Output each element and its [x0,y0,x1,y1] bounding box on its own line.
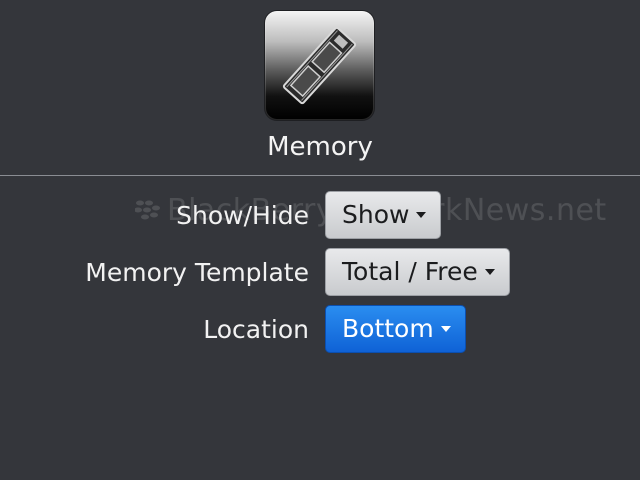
chevron-down-icon [484,269,495,275]
location-dropdown[interactable]: Bottom [325,305,466,353]
divider [0,175,640,176]
show-hide-label: Show/Hide [176,201,309,230]
chevron-down-icon [440,326,451,332]
location-value: Bottom [342,314,434,343]
show-hide-value: Show [342,200,410,229]
show-hide-dropdown[interactable]: Show [325,191,442,239]
chevron-down-icon [416,212,427,218]
setting-row-show-hide: Show/Hide Show [0,191,640,241]
memory-template-dropdown[interactable]: Total / Free [325,248,510,296]
setting-row-memory-template: Memory Template Total / Free [0,248,640,298]
memory-chip-icon [265,11,374,120]
page-title: Memory [267,132,373,162]
memory-template-label: Memory Template [85,258,309,287]
location-label: Location [203,315,309,344]
memory-template-value: Total / Free [342,257,478,286]
setting-row-location: Location Bottom [0,305,640,355]
